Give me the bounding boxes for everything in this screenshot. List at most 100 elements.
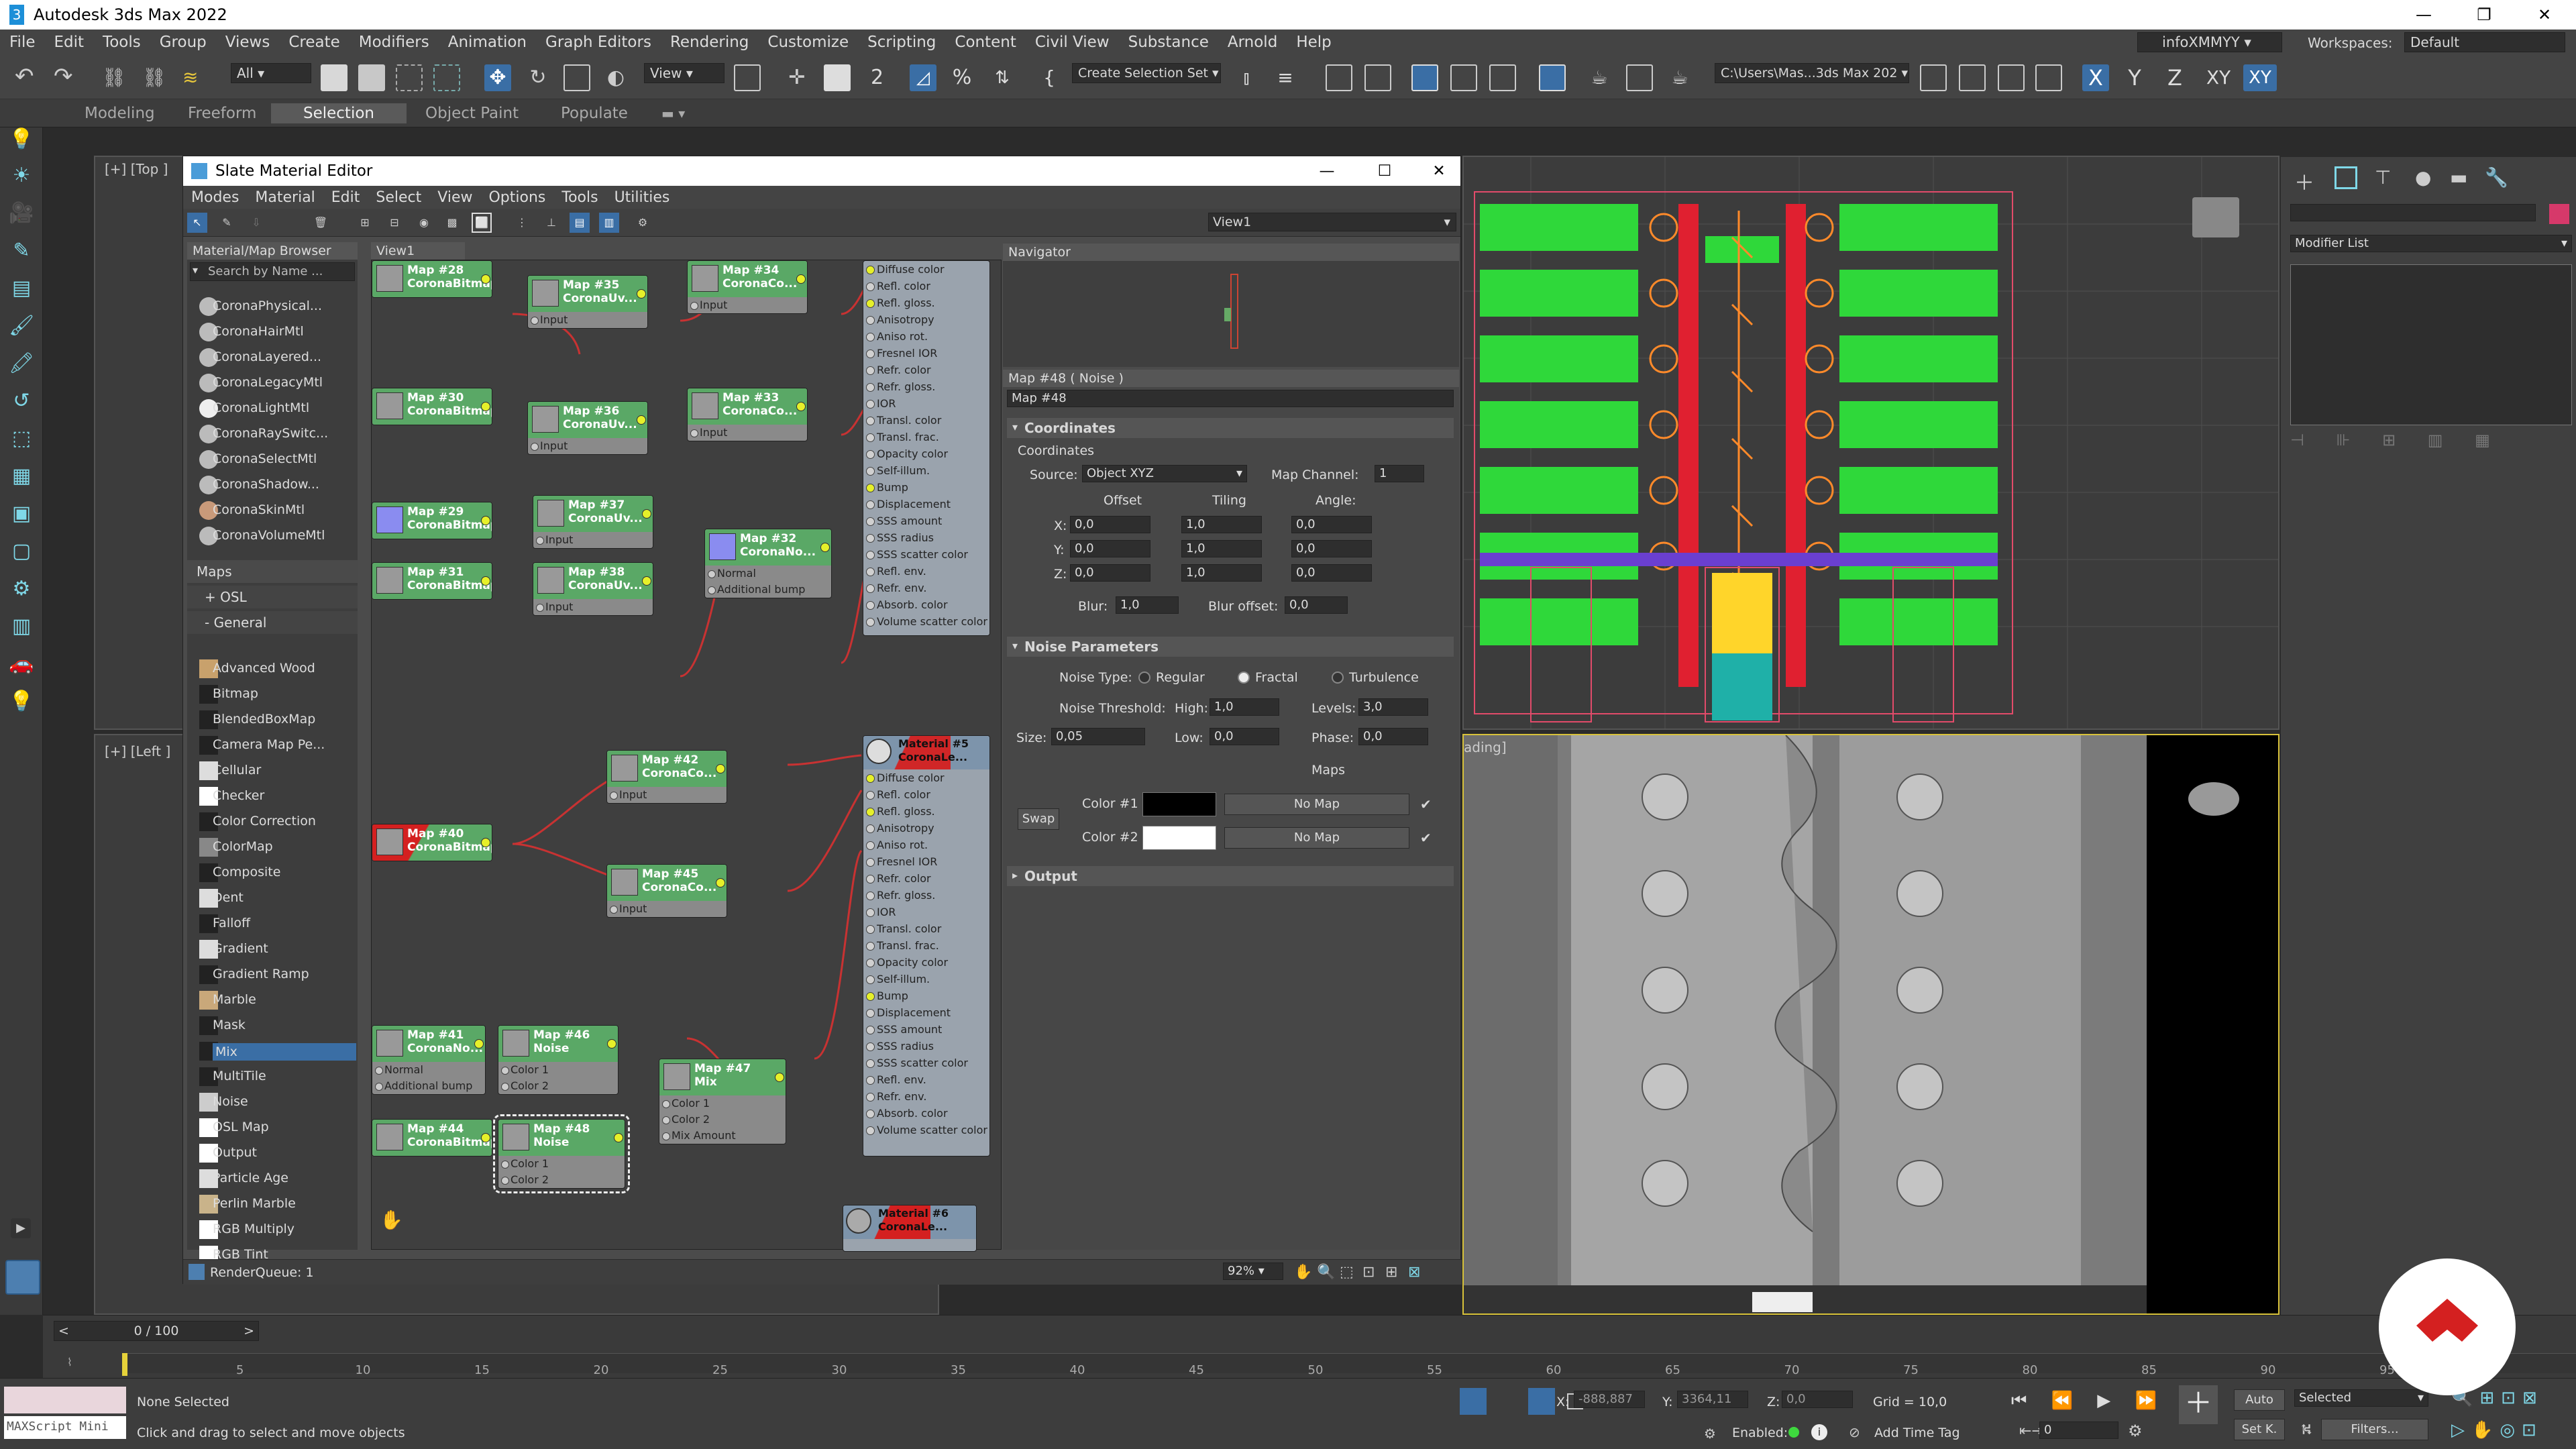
paint-select-icon[interactable]: ⬚ <box>8 427 35 453</box>
map-node-output-socket[interactable] <box>637 289 646 299</box>
curve-editor-mini-icon[interactable]: ⌇ <box>67 1356 72 1368</box>
browser-map-item[interactable]: Mix <box>213 1043 356 1061</box>
sme-menu-utilities[interactable]: Utilities <box>606 189 678 206</box>
browser-map-item[interactable]: Camera Map Pe... <box>213 737 325 752</box>
sme-select-tool-icon[interactable]: ↖ <box>187 213 207 233</box>
browser-map-item[interactable]: Advanced Wood <box>213 661 315 676</box>
modifier-stack[interactable] <box>2290 264 2572 425</box>
named-selection-dropdown[interactable]: Create Selection Set ▾ <box>1072 63 1221 83</box>
project-folder-icon[interactable] <box>1920 64 1947 91</box>
current-frame-input[interactable]: 0 <box>2039 1421 2118 1439</box>
time-slider-handle[interactable]: <0 / 100 > <box>54 1321 259 1341</box>
menu-create[interactable]: Create <box>279 34 349 51</box>
material-input-slot[interactable]: SSS radius <box>863 529 989 546</box>
browser-item-coronalayered[interactable]: CoronaLayered... <box>213 350 321 364</box>
browser-map-item[interactable]: Color Correction <box>213 814 316 828</box>
grid-icon[interactable]: ▦ <box>8 464 35 491</box>
map-node[interactable]: Map #48 Noise Color 1 Color 2 <box>493 1114 630 1193</box>
material-input-slot[interactable]: Anisotropy <box>863 820 989 837</box>
map-node[interactable]: Map #33 CoronaCo... Input <box>687 388 808 441</box>
browser-map-item[interactable]: Particle Age <box>213 1171 288 1185</box>
expand-strip-icon[interactable]: ▶ <box>11 1218 31 1238</box>
key-filters-button[interactable]: Filters... <box>2321 1419 2428 1440</box>
browser-map-item[interactable]: Composite <box>213 865 280 879</box>
map-node-input-slot[interactable]: Input <box>533 532 653 548</box>
map-node-output-socket[interactable] <box>796 402 806 411</box>
map-node-input-slot[interactable]: Input <box>528 312 647 328</box>
rollout-output[interactable]: Output <box>1007 866 1454 886</box>
enabled-indicator[interactable] <box>1788 1427 1799 1438</box>
selection-filter-dropdown[interactable]: All ▾ <box>231 63 311 83</box>
map-node[interactable]: Map #44 CoronaBitmap <box>372 1119 492 1157</box>
rollout-noise-parameters[interactable]: Noise Parameters <box>1007 637 1454 657</box>
cameras-icon[interactable]: 🎥 <box>8 201 35 228</box>
map-node-output-socket[interactable] <box>481 1133 490 1142</box>
browser-item-coronavolumemtl[interactable]: CoronaVolumeMtl <box>213 528 325 543</box>
container-icon[interactable] <box>1959 64 1986 91</box>
high-input[interactable]: 1,0 <box>1210 698 1279 716</box>
browser-group-general[interactable]: - General <box>187 611 358 634</box>
sme-layout-all-icon[interactable]: ⋮ <box>512 213 532 233</box>
map-node-input-slot[interactable]: Input <box>528 438 647 454</box>
reference-coord-dropdown[interactable]: View ▾ <box>644 63 724 83</box>
rect-selection-icon[interactable] <box>396 64 423 91</box>
vehicle-icon[interactable]: 🚗 <box>8 652 35 679</box>
undo-icon[interactable]: ↶ <box>15 64 42 91</box>
zoom-extents-icon[interactable]: ⊡ <box>1362 1264 1375 1281</box>
material-input-slot[interactable]: Displacement <box>863 496 989 513</box>
material-input-slot[interactable]: IOR <box>863 904 989 920</box>
material-input-slot[interactable]: Refr. color <box>863 362 989 378</box>
viewport-front[interactable] <box>1462 156 2279 730</box>
map-node-output-socket[interactable] <box>716 878 725 888</box>
axis-xy-cycle-button[interactable]: XY <box>2243 64 2277 91</box>
browser-map-item[interactable]: Cellular <box>213 763 261 777</box>
axis-xy-button[interactable]: XY <box>2202 64 2235 91</box>
browser-map-item[interactable]: Noise <box>213 1094 248 1109</box>
browser-map-item[interactable]: RGB Multiply <box>213 1222 294 1236</box>
map-node-input-slot[interactable]: Additional bump <box>372 1078 485 1094</box>
track-bar[interactable] <box>123 1353 2576 1373</box>
coord-y-input[interactable]: 3364,11 <box>1677 1391 1748 1408</box>
current-frame-marker[interactable] <box>122 1353 127 1376</box>
material6-node[interactable]: Material #6 CoronaLe... <box>843 1205 977 1252</box>
material-input-slot[interactable]: IOR <box>863 395 989 412</box>
material-input-slot[interactable]: Transl. color <box>863 412 989 429</box>
map-node[interactable]: Map #35 CoronaUv... Input <box>527 275 648 329</box>
zoom-extents-all-icon[interactable]: ⊠ <box>1408 1264 1420 1281</box>
create-icon[interactable]: 💡 <box>8 127 35 154</box>
modify-tab-icon[interactable] <box>2334 166 2357 189</box>
size-input[interactable]: 0,05 <box>1051 728 1145 745</box>
modifier-list-dropdown[interactable]: Modifier List ▾ <box>2290 235 2572 252</box>
material-input-slot[interactable]: Refr. env. <box>863 1088 989 1105</box>
sme-material-browser-toggle-icon[interactable]: ▤ <box>570 213 590 233</box>
stack-tools-icon[interactable]: ⊣ ⊪ ⊞ ▥ ▦ <box>2290 431 2572 458</box>
map-node-output-socket[interactable] <box>607 1039 616 1049</box>
user-account-dropdown[interactable]: infoXMMYY ▾ <box>2137 32 2282 52</box>
map-node[interactable]: Map #38 CoronaUv... Input <box>533 562 653 616</box>
map-node-input-slot[interactable]: Color 1 <box>659 1095 786 1112</box>
isolate-selection-icon[interactable] <box>1460 1388 1487 1415</box>
sme-background-icon[interactable]: ▩ <box>442 213 462 233</box>
redo-icon[interactable]: ↷ <box>54 64 80 91</box>
map-node[interactable]: Map #47 Mix Color 1 Color 2 Mix Amount <box>659 1059 786 1144</box>
zoom-region-icon[interactable]: ⬚ <box>1340 1264 1354 1281</box>
auto-key-button[interactable]: Auto <box>2234 1389 2285 1411</box>
material-input-slot[interactable]: Transl. frac. <box>863 937 989 954</box>
material-input-slot[interactable]: Diffuse color <box>863 769 989 786</box>
browser-map-item[interactable]: Mask <box>213 1018 246 1032</box>
browser-item-coronahairmtl[interactable]: CoronaHairMtl <box>213 324 304 339</box>
close-button[interactable]: ✕ <box>2516 0 2573 30</box>
ribbon-tab-freeform[interactable]: Freeform <box>177 103 267 123</box>
map-node[interactable]: Map #37 CoronaUv... Input <box>533 495 653 549</box>
sme-layout-children-icon[interactable]: ⊥ <box>541 213 561 233</box>
curve-editor-icon[interactable] <box>1450 64 1477 91</box>
sme-minimize-button[interactable]: — <box>1303 156 1350 186</box>
browser-item-coronalightmtl[interactable]: CoronaLightMtl <box>213 400 309 415</box>
display-tab-icon[interactable]: ▬ <box>2450 166 2467 189</box>
map-node[interactable]: Map #34 CoronaCo... Input <box>687 260 808 314</box>
material-input-slot[interactable]: Refr. gloss. <box>863 887 989 904</box>
browser-group-osl[interactable]: + OSL <box>187 586 358 608</box>
map-name-input[interactable]: Map #48 <box>1007 390 1454 407</box>
map-node-output-socket[interactable] <box>481 576 490 586</box>
edit-named-selection-icon[interactable]: { <box>1036 64 1063 91</box>
